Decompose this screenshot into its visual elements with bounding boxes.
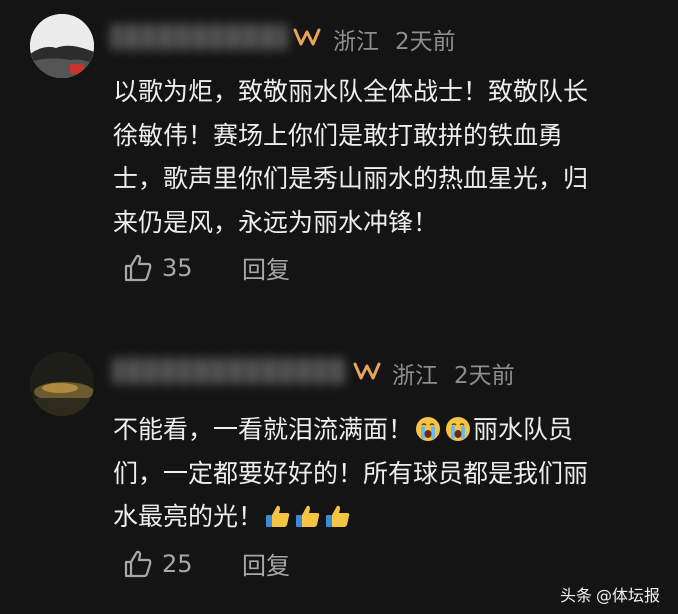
comment-line: 徐敏伟！赛场上你们是敢打敢拼的铁血勇 bbox=[113, 120, 564, 150]
like-count: 35 bbox=[162, 253, 193, 282]
thumbs-up-emoji bbox=[296, 505, 320, 527]
watermark-account: @体坛报 bbox=[595, 586, 660, 605]
comment-actions: 35 回复 bbox=[122, 250, 290, 285]
timestamp-label: 2天前 bbox=[395, 29, 456, 55]
comment-line: 士，歌声里你们是秀山丽水的热血星光，归 bbox=[113, 164, 589, 193]
like-icon[interactable] bbox=[122, 548, 154, 580]
comment-item: 浙江 2天前 不能看，一看就泪流满面！ 丽水队员 们，一定都要好好的！所有球员都… bbox=[0, 340, 678, 614]
reply-button[interactable]: 回复 bbox=[242, 546, 290, 581]
vip-badge-icon bbox=[293, 28, 321, 46]
avatar[interactable] bbox=[30, 352, 94, 416]
thumbs-up-emoji bbox=[266, 505, 290, 527]
like-count: 25 bbox=[162, 549, 193, 578]
like-icon[interactable] bbox=[122, 252, 154, 284]
crying-face-emoji bbox=[416, 417, 441, 441]
comment-line: 以歌为炬，致敬丽水队全体战士！致敬队长 bbox=[113, 77, 589, 106]
avatar[interactable] bbox=[30, 14, 94, 78]
comment-actions: 25 回复 bbox=[122, 546, 290, 581]
comment-meta: 浙江 2天前 bbox=[392, 356, 515, 390]
comment-text: 不能看，一看就泪流满面！ 丽水队员 们，一定都要好好的！所有球员都是我们丽 水最… bbox=[113, 408, 588, 539]
username-blurred[interactable] bbox=[110, 24, 288, 50]
thumbs-up-emoji bbox=[326, 505, 350, 527]
comment-text: 以歌为炬，致敬丽水队全体战士！致敬队长 徐敏伟！赛场上你们是敢打敢拼的铁血勇 士… bbox=[113, 70, 588, 244]
comment-segment: 丽水队员 bbox=[473, 415, 574, 444]
comment-item: 浙江 2天前 以歌为炬，致敬丽水队全体战士！致敬队长 徐敏伟！赛场上你们是敢打敢… bbox=[0, 0, 678, 320]
comment-segment: 不能看，一看就泪流满面！ bbox=[113, 415, 414, 444]
location-label: 浙江 bbox=[392, 363, 438, 389]
reply-button[interactable]: 回复 bbox=[242, 250, 290, 285]
comment-meta: 浙江 2天前 bbox=[333, 22, 456, 56]
comment-segment: 水最亮的光！ bbox=[113, 502, 264, 531]
vip-badge-icon bbox=[353, 362, 381, 380]
comment-line: 们，一定都要好好的！所有球员都是我们丽 bbox=[113, 458, 589, 488]
timestamp-label: 2天前 bbox=[454, 363, 515, 389]
comment-line: 来仍是风，永远为丽水冲锋！ bbox=[113, 207, 439, 237]
comment-line: 水最亮的光！ bbox=[113, 495, 588, 539]
crying-face-emoji bbox=[446, 417, 471, 441]
watermark: 头条 @体坛报 bbox=[560, 582, 660, 606]
location-label: 浙江 bbox=[333, 29, 379, 55]
watermark-brand: 头条 bbox=[559, 586, 592, 605]
comment-line: 不能看，一看就泪流满面！ 丽水队员 bbox=[113, 408, 588, 452]
username-blurred[interactable] bbox=[112, 358, 346, 384]
